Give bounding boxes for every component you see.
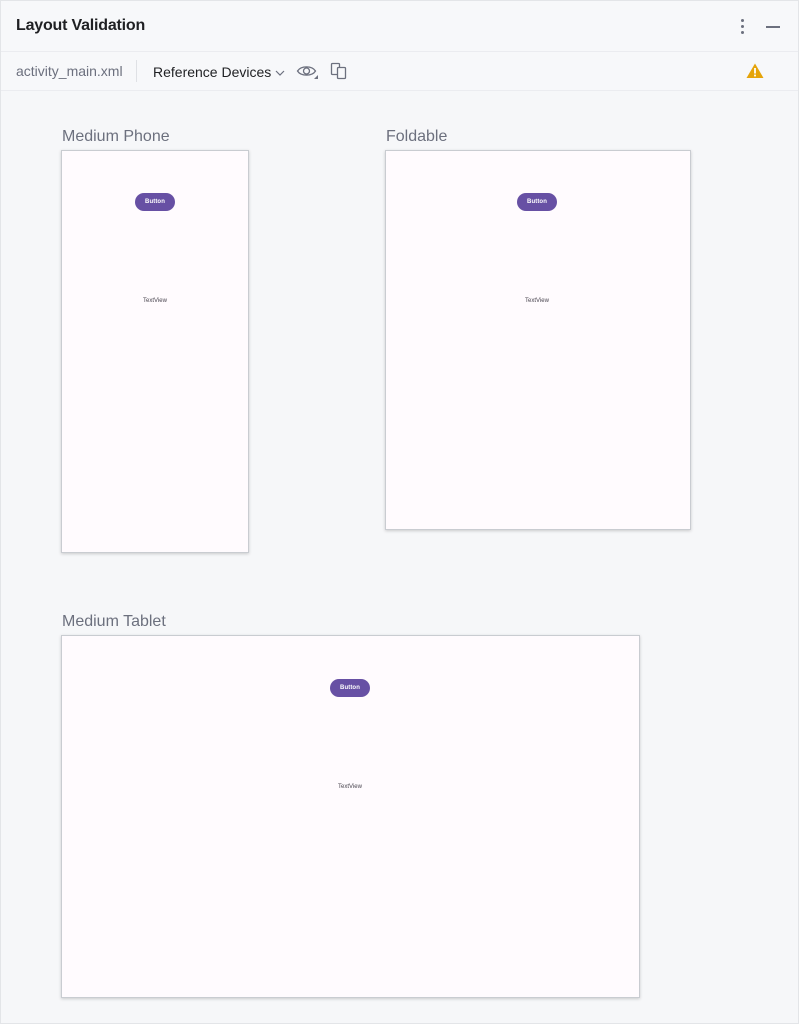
device-preview-medium-phone[interactable]: Button TextView [61,150,249,553]
device-preview-foldable[interactable]: Button TextView [385,150,691,530]
copy-icon[interactable] [328,60,350,82]
preview-canvas: Medium Phone Button TextView Foldable Bu… [1,91,798,1023]
button[interactable]: Button [330,679,370,697]
reference-devices-label: Reference Devices [153,64,272,80]
chevron-down-icon [274,66,286,78]
text-view: TextView [525,298,549,304]
minimize-icon[interactable] [763,15,783,37]
eye-icon[interactable] [295,60,319,82]
panel-title: Layout Validation [16,17,146,34]
warning-icon[interactable] [745,61,765,81]
device-label-medium-phone: Medium Phone [62,128,170,145]
device-preview-medium-tablet[interactable]: Button TextView [61,635,640,998]
device-label-foldable: Foldable [386,128,448,145]
device-label-medium-tablet: Medium Tablet [62,613,166,630]
button[interactable]: Button [135,193,175,211]
button[interactable]: Button [517,193,557,211]
layout-validation-window: Layout Validation activity_main.xml Refe… [0,0,799,1024]
toolbar-separator [136,60,137,82]
file-name-label: activity_main.xml [16,63,123,79]
toolbar: activity_main.xml Reference Devices [1,52,798,91]
reference-devices-dropdown[interactable]: Reference Devices [153,62,286,82]
text-view: TextView [143,298,167,304]
more-vertical-icon[interactable] [734,15,750,37]
text-view: TextView [338,784,362,790]
title-bar: Layout Validation [1,1,798,52]
